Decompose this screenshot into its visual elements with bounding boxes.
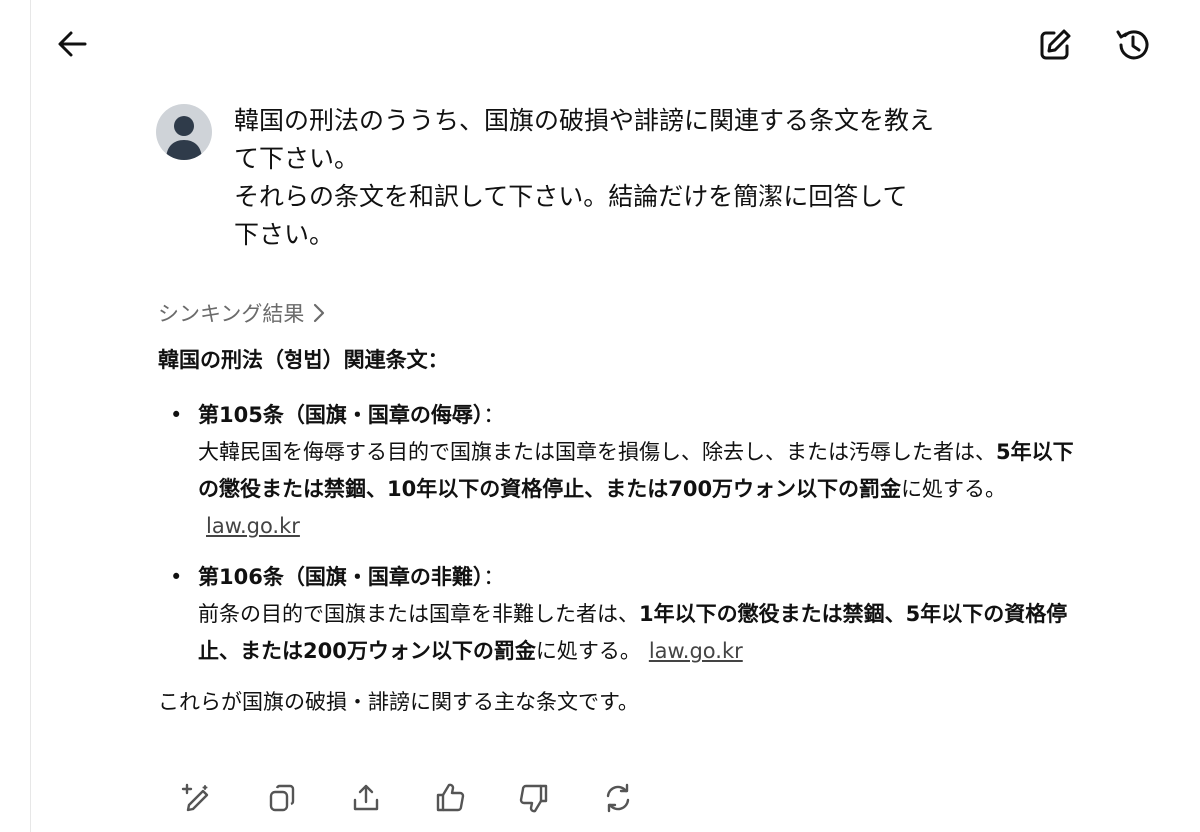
thumbs-up-icon [436, 783, 465, 812]
copy-icon [269, 784, 295, 812]
thumbs-down-button[interactable] [514, 778, 554, 818]
separator: ： [483, 403, 505, 427]
article-tail: に処する。 [535, 639, 641, 663]
article-tail: に処する。 [901, 477, 1007, 501]
thinking-label: シンキング結果 [158, 302, 305, 326]
thinking-results-toggle[interactable]: シンキング結果 [158, 298, 328, 328]
sidebar-divider [30, 0, 31, 832]
chat-page: 韓国の刑法のううち、国旗の破損や誹謗に関連する条文を教え て下さい。 それらの条… [0, 0, 1200, 832]
answer-closing: これらが国旗の破損・誹謗に関する主な条文です。 [158, 690, 639, 714]
regenerate-button[interactable] [598, 778, 638, 818]
user-message-line: それらの条文を和訳して下さい。結論だけを簡潔に回答して [234, 182, 908, 211]
regenerate-icon [606, 783, 630, 813]
article-text: 前条の目的で国旗または国章を非難した者は、 [198, 602, 639, 626]
article-title: 第106条（国旗・国章の非難） [198, 565, 484, 589]
user-message-line: 韓国の刑法のううち、国旗の破損や誹謗に関連する条文を教え [234, 106, 935, 135]
share-button[interactable] [346, 778, 386, 818]
user-message-line: 下さい。 [234, 220, 335, 249]
source-link[interactable]: law.go.kr [206, 514, 300, 538]
article-title: 第105条（国旗・国章の侮辱） [198, 403, 484, 427]
list-item: • 第106条（国旗・国章の非難）： 前条の目的で国旗または国章を非難した者は、… [158, 559, 1088, 670]
edit-spark-button[interactable] [178, 778, 218, 818]
user-avatar [156, 104, 212, 160]
message-actions [178, 776, 638, 820]
person-icon [166, 116, 202, 160]
article-list: • 第105条（国旗・国章の侮辱）： 大韓民国を侮辱する目的で国旗または国章を損… [158, 397, 1088, 670]
share-icon [353, 784, 379, 811]
separator: ： [483, 565, 505, 589]
user-message-line: て下さい。 [234, 144, 360, 173]
chevron-right-icon [314, 303, 325, 323]
assistant-answer: 韓国の刑法（형법）関連条文： • 第105条（国旗・国章の侮辱）： 大韓民国を侮… [158, 342, 1088, 721]
bullet: • [170, 403, 183, 427]
history-button[interactable] [1112, 24, 1154, 66]
article-text: 大韓民国を侮辱する目的で国旗または国章を損傷し、除去し、または汚辱した者は、 [198, 440, 996, 464]
list-item: • 第105条（国旗・国章の侮辱）： 大韓民国を侮辱する目的で国旗または国章を損… [158, 397, 1088, 545]
edit-icon [1040, 29, 1071, 60]
arrow-left-icon [58, 31, 87, 57]
thumbs-up-button[interactable] [430, 778, 470, 818]
answer-heading: 韓国の刑法（형법）関連条文： [158, 348, 449, 372]
back-button[interactable] [52, 24, 92, 64]
history-icon [1116, 30, 1149, 60]
user-message: 韓国の刑法のううち、国旗の破損や誹謗に関連する条文を教え て下さい。 それらの条… [234, 102, 1024, 254]
thumbs-down-icon [519, 784, 548, 813]
source-link[interactable]: law.go.kr [649, 639, 743, 663]
edit-spark-icon [181, 783, 209, 812]
bullet: • [170, 565, 183, 589]
new-chat-button[interactable] [1034, 24, 1076, 66]
copy-button[interactable] [262, 778, 302, 818]
